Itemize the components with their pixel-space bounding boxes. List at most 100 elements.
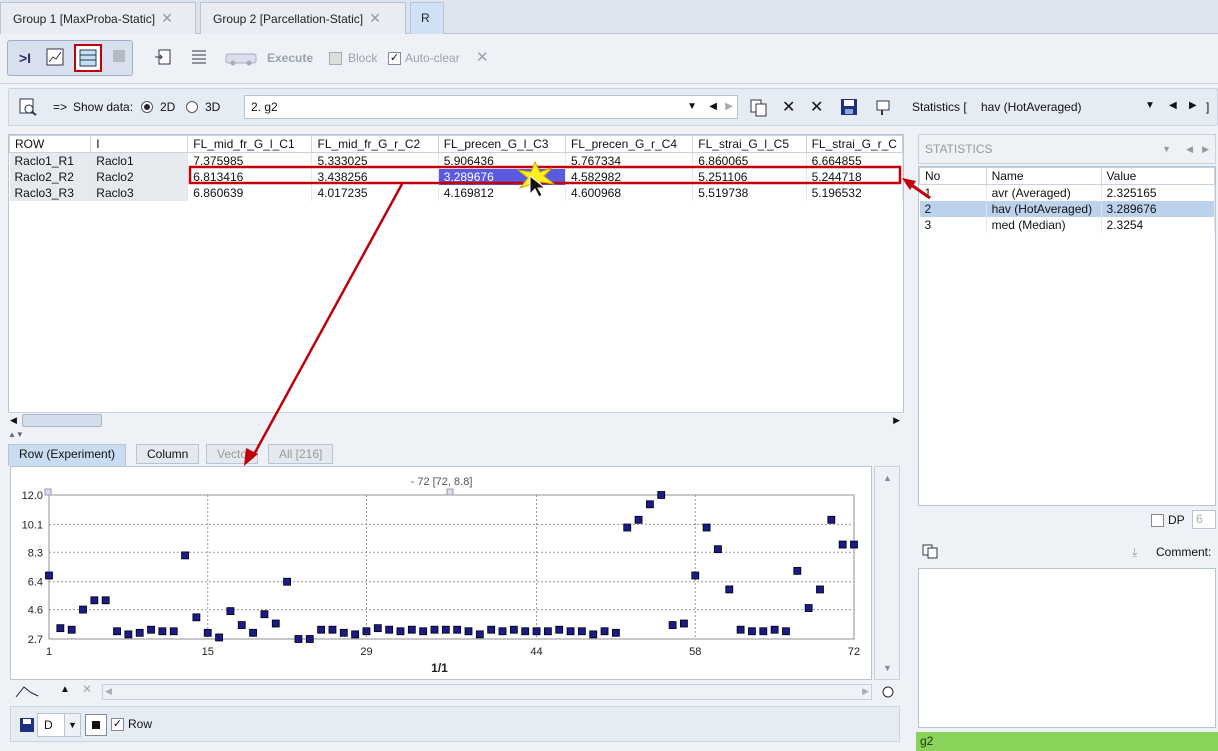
table-cell[interactable]: 5.906436 [438, 152, 566, 169]
chevron-down-icon[interactable]: ▼ [687, 96, 697, 118]
dp-checkbox[interactable] [1151, 514, 1164, 527]
tab-group1[interactable]: Group 1 [MaxProba-Static] ✕ [0, 2, 196, 34]
triangle-up-icon[interactable]: ▲ [60, 684, 70, 695]
row-header-cell[interactable]: Raclo3_R3 [9, 184, 92, 201]
table-cell[interactable]: 5.244718 [806, 168, 903, 185]
copy-icon[interactable] [922, 544, 940, 563]
close-icon[interactable]: ✕ [369, 10, 381, 26]
copy-icon[interactable] [750, 99, 768, 120]
next-icon[interactable]: ▶ [725, 96, 733, 118]
chevron-down-icon[interactable]: ▼ [1145, 100, 1155, 111]
list-icon[interactable] [188, 47, 210, 69]
zoom-icon[interactable] [880, 684, 896, 703]
next-icon[interactable]: ▶ [1202, 135, 1209, 163]
column-header[interactable]: FL_strai_G_l_C5 [692, 135, 807, 153]
column-header[interactable]: FL_precen_G_l_C3 [437, 135, 566, 153]
chevron-down-icon[interactable]: ▼ [64, 714, 80, 736]
import-icon[interactable] [152, 47, 174, 69]
table-cell[interactable]: 7.375985 [187, 152, 313, 169]
table-row[interactable]: Raclo3_R3 Raclo3 6.860639 4.017235 4.169812 4… [9, 184, 903, 201]
row-header-cell[interactable]: Raclo2_R2 [9, 168, 92, 185]
data-selection-combo[interactable]: 2. g2 ▼ ◀ ▶ [244, 95, 738, 119]
tab-row-experiment[interactable]: Row (Experiment) [8, 444, 127, 466]
row-header-cell[interactable]: Raclo1 [90, 152, 189, 169]
column-header[interactable]: ROW [9, 135, 92, 153]
properties-icon[interactable] [875, 98, 893, 119]
curve-type-combo[interactable]: D ▼ [37, 713, 81, 737]
clear-icon[interactable]: ✕ [476, 48, 489, 66]
table-cell[interactable]: 3 [919, 216, 987, 233]
column-header[interactable]: FL_strai_G_r_C [805, 135, 903, 153]
table-cell[interactable]: 2 [919, 200, 987, 217]
row-header-cell[interactable]: Raclo3 [90, 184, 189, 201]
radio-2d[interactable] [141, 101, 153, 113]
tab-column[interactable]: Column [136, 444, 200, 464]
inspect-icon[interactable] [19, 98, 37, 119]
table-cell[interactable]: 5.767334 [565, 152, 694, 169]
scroll-left-icon[interactable]: ◀ [10, 415, 17, 426]
close-icon[interactable]: ✕ [82, 682, 92, 696]
table-cell[interactable]: 6.860065 [692, 152, 807, 169]
table-cell[interactable]: 5.519738 [692, 184, 807, 201]
autoclear-checkbox[interactable]: ✓ [388, 52, 401, 65]
chart-horizontal-scrollbar[interactable]: ◀ ▶ [102, 684, 872, 700]
tab-all[interactable]: All [216] [268, 444, 334, 464]
column-header[interactable]: No [919, 167, 987, 185]
close-icon[interactable]: ✕ [782, 97, 795, 117]
marker-style-button[interactable] [85, 714, 107, 736]
execute-button[interactable]: Execute [267, 51, 313, 65]
statistics-value[interactable]: hav (HotAveraged) [981, 100, 1082, 114]
table-cell[interactable]: 3.438256 [311, 168, 439, 185]
table-cell[interactable]: 4.600968 [565, 184, 694, 201]
radio-3d[interactable] [186, 101, 198, 113]
tab-r[interactable]: R [410, 2, 444, 34]
table-cell[interactable]: 5.196532 [806, 184, 903, 201]
scroll-thumb[interactable] [22, 414, 102, 427]
line-style-icon[interactable] [14, 682, 40, 703]
scroll-right-icon[interactable]: ▶ [862, 686, 869, 697]
table-row[interactable]: 3 med (Median) 2.3254 [919, 216, 1216, 233]
table-cell[interactable]: 2.3254 [1101, 216, 1216, 233]
scroll-left-icon[interactable]: ◀ [105, 686, 112, 697]
save-icon[interactable] [19, 717, 35, 736]
table-cell[interactable]: 3.289676 [1101, 200, 1216, 217]
row-checkbox[interactable]: ✓ [111, 718, 124, 731]
column-header[interactable]: FL_mid_fr_G_l_C1 [187, 135, 313, 153]
column-header[interactable]: Value [1100, 167, 1216, 185]
save-icon[interactable] [840, 98, 858, 119]
scroll-up-icon[interactable]: ▲ [883, 473, 892, 483]
table-row[interactable]: Raclo2_R2 Raclo2 6.813416 3.438256 3.289676 4… [9, 168, 903, 185]
prev-icon[interactable]: ◀ [709, 96, 717, 118]
table-horizontal-scrollbar[interactable]: ◀ ▶ [8, 412, 904, 428]
chevron-down-icon[interactable]: ▼ [1162, 135, 1171, 163]
download-icon[interactable]: ⤓ [1132, 545, 1137, 560]
table-row[interactable]: 2 hav (HotAveraged) 3.289676 [919, 200, 1216, 217]
column-header[interactable]: FL_precen_G_r_C4 [564, 135, 694, 153]
column-header[interactable]: FL_mid_fr_G_r_C2 [311, 135, 439, 153]
prev-icon[interactable]: ◀ [1186, 135, 1193, 163]
block-checkbox[interactable] [329, 52, 342, 65]
table-view-icon[interactable] [74, 44, 102, 72]
row-header-cell[interactable]: Raclo2 [90, 168, 189, 185]
comment-textarea[interactable] [918, 568, 1216, 728]
close-icon[interactable]: ✕ [161, 10, 173, 26]
console-icon[interactable]: >I [14, 47, 36, 69]
table-cell[interactable]: 5.251106 [692, 168, 807, 185]
table-cell[interactable]: med (Median) [986, 216, 1102, 233]
table-row[interactable]: 1 avr (Averaged) 2.325165 [919, 184, 1216, 201]
prev-icon[interactable]: ◀ [1169, 100, 1177, 111]
column-header[interactable]: I [90, 135, 189, 153]
table-cell[interactable]: 1 [919, 184, 987, 201]
remove-all-icon[interactable]: ✕ [810, 97, 823, 117]
table-cell[interactable]: 5.333025 [311, 152, 439, 169]
table-cell[interactable]: avr (Averaged) [986, 184, 1102, 201]
scroll-right-icon[interactable]: ▶ [893, 415, 900, 426]
table-cell[interactable]: 3.289676 [438, 168, 566, 185]
table-cell[interactable]: 4.169812 [438, 184, 566, 201]
table-cell[interactable]: 6.860639 [187, 184, 313, 201]
table-cell[interactable]: 2.325165 [1101, 184, 1216, 201]
table-cell[interactable]: 6.813416 [187, 168, 313, 185]
dp-input[interactable]: 6 [1192, 510, 1216, 529]
chart-vertical-scrollbar[interactable]: ▲ ▼ [874, 466, 900, 680]
splitter-handle[interactable]: ▲▼ [8, 430, 24, 439]
